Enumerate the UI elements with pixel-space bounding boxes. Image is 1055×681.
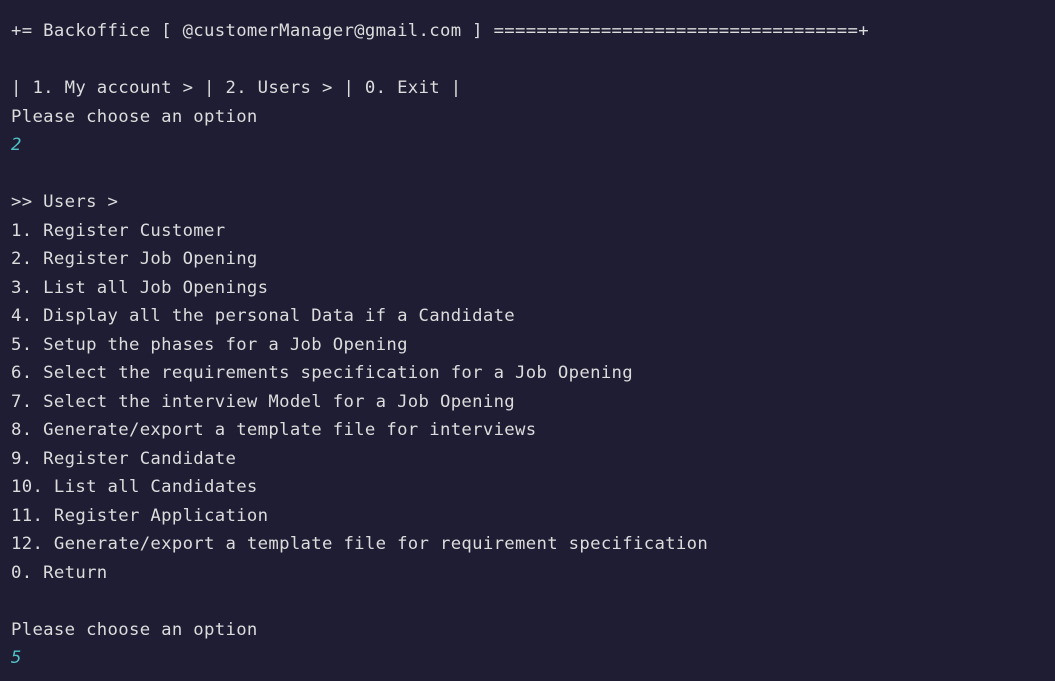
users-menu-item: 12. Generate/export a template file for … [11, 534, 709, 554]
main-menu-input: 2 [11, 135, 22, 155]
users-menu-prompt: Please choose an option [11, 619, 258, 640]
users-menu-item: 5. Setup the phases for a Job Opening [11, 334, 408, 355]
users-menu-item: 4. Display all the personal Data if a Ca… [11, 306, 516, 326]
users-menu-item: 0. Return [11, 562, 108, 583]
users-menu-item: 2. Register Job Opening [11, 249, 258, 269]
users-menu-item: 9. Register Candidate [11, 448, 237, 469]
users-menu-input: 5 [11, 648, 22, 668]
users-menu-item: 7. Select the interview Model for a Job … [11, 391, 516, 412]
users-menu-item: 1. Register Customer [11, 220, 226, 241]
users-menu-item: 6. Select the requirements specification… [11, 363, 634, 383]
main-menu-prompt: Please choose an option [11, 106, 258, 127]
users-menu-item: 11. Register Application [11, 505, 269, 526]
main-menu-options: | 1. My account > | 2. Users > | 0. Exit… [11, 78, 462, 98]
users-menu-item: 8. Generate/export a template file for i… [11, 420, 537, 440]
users-menu-heading: >> Users > [11, 192, 119, 212]
users-menu-item: 10. List all Candidates [11, 477, 258, 497]
users-menu-item: 3. List all Job Openings [11, 277, 269, 298]
terminal-window[interactable]: += Backoffice [ @customerManager@gmail.c… [0, 0, 1055, 681]
backoffice-header: += Backoffice [ @customerManager@gmail.c… [11, 21, 869, 41]
